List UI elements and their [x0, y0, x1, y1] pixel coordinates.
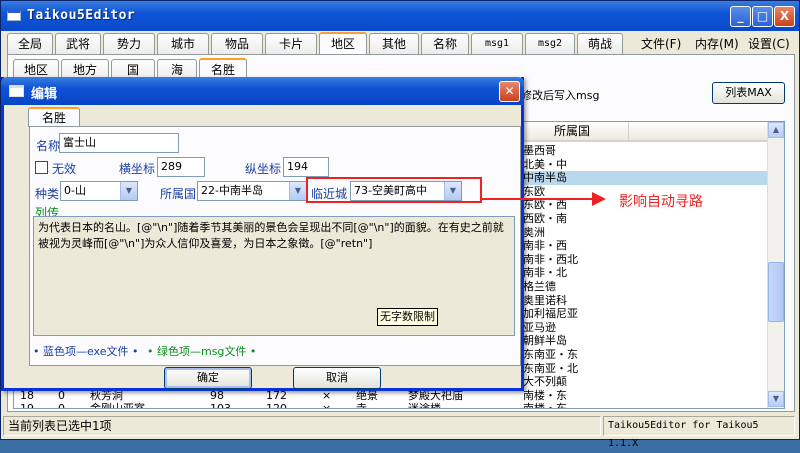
- row-cell: ×: [322, 402, 332, 409]
- country-select-value: 22-中南半岛: [201, 184, 263, 197]
- write-msg-label: 修改后写入msg: [521, 89, 600, 102]
- tab-regions[interactable]: 地区: [319, 32, 367, 55]
- row-country: 东南亚・北: [523, 361, 578, 375]
- row-country: 南非・西: [523, 239, 567, 253]
- row-country: 格兰德: [523, 280, 556, 293]
- invalid-label: 无效: [52, 162, 77, 176]
- dialog-close-icon[interactable]: ✕: [499, 81, 520, 102]
- legend-green-msg: • 绿色项—msg文件 •: [147, 345, 257, 358]
- status-selection: 当前列表已选中1项: [3, 416, 601, 436]
- menu-settings[interactable]: 设置(C): [748, 35, 790, 52]
- type-label: 种类: [35, 187, 60, 201]
- y-coord-field[interactable]: 194: [283, 157, 329, 177]
- column-header-filler: [629, 122, 769, 142]
- tab-cities[interactable]: 城市: [157, 33, 209, 54]
- list-max-button[interactable]: 列表MAX: [712, 82, 785, 104]
- row-country: 南楼・东: [523, 388, 567, 402]
- row-country: 墨西哥: [523, 144, 556, 157]
- type-select-value: 0-山: [64, 184, 86, 197]
- chevron-down-icon[interactable]: ▼: [289, 182, 306, 200]
- row-cell: 120: [266, 402, 287, 409]
- tab-cards[interactable]: 卡片: [265, 33, 317, 54]
- row-country: 加利福尼亚: [523, 307, 578, 321]
- x-coord-field[interactable]: 289: [157, 157, 205, 177]
- status-bar: 当前列表已选中1项 Taikou5Editor for Taikou5 1.1.…: [1, 414, 799, 449]
- cancel-button[interactable]: 取消: [293, 367, 381, 389]
- row-country: 东欧・西: [523, 198, 567, 212]
- tab-items[interactable]: 物品: [211, 33, 263, 54]
- tab-generals[interactable]: 武将: [55, 33, 101, 54]
- dialog-tab-scenic[interactable]: 名胜: [28, 107, 80, 127]
- ok-button[interactable]: 确定: [164, 367, 252, 389]
- row-cell: 0: [58, 402, 65, 409]
- title-bar[interactable]: Taikou5Editor _ □ X: [1, 1, 799, 31]
- chevron-down-icon[interactable]: ▼: [120, 182, 137, 200]
- row-cell: 迷途楼: [408, 402, 441, 409]
- row-country: 南非・北: [523, 266, 567, 280]
- window-title: Taikou5Editor: [27, 8, 136, 23]
- no-char-limit-tag: 无字数限制: [377, 308, 438, 326]
- y-coord-label: 纵坐标: [245, 162, 282, 176]
- app-icon: [7, 10, 21, 21]
- highlight-box: [306, 177, 482, 203]
- row-country: 东南亚・东: [523, 348, 578, 361]
- column-header-country[interactable]: 所属国: [514, 122, 629, 142]
- dialog-title-bar[interactable]: 编辑 ✕: [1, 77, 524, 105]
- row-country: 大不列颠: [523, 375, 567, 389]
- scroll-thumb[interactable]: [768, 262, 784, 322]
- row-country: 朝鲜半岛: [523, 334, 567, 348]
- tab-global[interactable]: 全局: [7, 33, 53, 54]
- biography-textarea[interactable]: 为代表日本的名山。[@"\n"]随着季节其美丽的景色会呈现出不同[@"\n"]的…: [33, 216, 515, 336]
- minimize-button[interactable]: _: [730, 6, 751, 27]
- tab-names[interactable]: 名称: [421, 33, 469, 54]
- main-tabs: 全局 武将 势力 城市 物品 卡片 地区 其他 名称 msg1 msg2 萌战: [7, 32, 623, 55]
- status-version: Taikou5Editor for Taikou5 1.1.X: [603, 416, 795, 449]
- menu-memory[interactable]: 内存(M): [695, 35, 739, 52]
- main-window: Taikou5Editor _ □ X 全局 武将 势力 城市 物品 卡片 地区…: [0, 0, 800, 449]
- tab-moe-battle[interactable]: 萌战: [577, 33, 623, 54]
- row-country: 奥里诺科: [523, 293, 567, 307]
- country-label: 所属国: [160, 187, 197, 201]
- annotation-arrow-head: [592, 192, 606, 206]
- menu-file[interactable]: 文件(F): [641, 35, 681, 52]
- legend-blue-exe: • 蓝色项—exe文件 •: [33, 345, 139, 358]
- row-cell: 金刚山亚室: [90, 402, 145, 409]
- tab-forces[interactable]: 势力: [103, 33, 155, 54]
- x-coord-label: 横坐标: [119, 162, 156, 176]
- annotation-arrow-line: [482, 198, 594, 200]
- row-cell: 103: [210, 402, 231, 409]
- maximize-button[interactable]: □: [752, 6, 773, 27]
- annotation-text: 影响自动寻路: [619, 194, 703, 210]
- row-cell: 寺: [356, 402, 367, 409]
- invalid-checkbox[interactable]: [35, 161, 48, 174]
- row-id: 19: [20, 402, 34, 409]
- row-country: 南非・西北: [523, 252, 578, 266]
- row-country: 中南半岛: [523, 171, 567, 185]
- tab-other[interactable]: 其他: [369, 33, 419, 54]
- table-row[interactable]: 19 0 金刚山亚室 103 120 × 寺 迷途楼 南楼・东: [14, 402, 768, 409]
- type-select[interactable]: 0-山 ▼: [60, 181, 138, 201]
- row-country: 东欧: [523, 184, 545, 198]
- row-cell: 南楼・东: [523, 402, 567, 409]
- tab-msg2[interactable]: msg2: [525, 33, 575, 54]
- row-country: 奥洲: [523, 225, 545, 239]
- scroll-up-arrow[interactable]: ▲: [768, 122, 784, 138]
- scroll-down-arrow[interactable]: ▼: [768, 391, 784, 407]
- row-country: 北美・中: [523, 157, 567, 171]
- dialog-title: 编辑: [31, 87, 58, 102]
- tab-msg1[interactable]: msg1: [471, 33, 523, 54]
- close-button[interactable]: X: [774, 6, 795, 27]
- row-country: 西欧・南: [523, 212, 567, 225]
- list-scrollbar[interactable]: ▲ ▼: [767, 122, 784, 408]
- name-label: 名称: [36, 139, 61, 153]
- dialog-window-icon: [9, 85, 24, 97]
- row-country: 亚马逊: [523, 320, 556, 334]
- country-select[interactable]: 22-中南半岛 ▼: [197, 181, 307, 201]
- name-field[interactable]: 富士山: [59, 133, 179, 153]
